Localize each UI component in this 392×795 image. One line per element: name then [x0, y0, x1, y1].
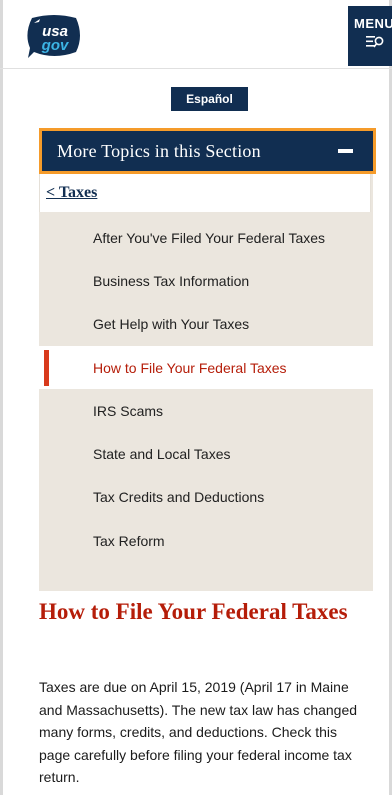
- collapse-minus-icon: [338, 149, 353, 153]
- intro-paragraph: Taxes are due on April 15, 2019 (April 1…: [39, 679, 358, 785]
- site-header: usa gov MENU: [0, 0, 392, 69]
- topics-list: After You've Filed Your Federal Taxes Bu…: [39, 216, 373, 562]
- usagov-logo[interactable]: usa gov: [26, 14, 82, 59]
- back-to-taxes-link[interactable]: < Taxes: [39, 174, 371, 212]
- topic-item-state-local[interactable]: State and Local Taxes: [39, 432, 373, 475]
- topics-panel: < Taxes After You've Filed Your Federal …: [39, 174, 373, 591]
- page-title: How to File Your Federal Taxes: [39, 599, 348, 624]
- topic-item-get-help[interactable]: Get Help with Your Taxes: [39, 303, 373, 346]
- more-topics-toggle[interactable]: More Topics in this Section: [39, 128, 376, 174]
- menu-search-icon: [366, 36, 384, 48]
- topic-item-after-filed[interactable]: After You've Filed Your Federal Taxes: [39, 216, 373, 259]
- more-topics-title: More Topics in this Section: [57, 140, 261, 161]
- topic-item-credits-deductions[interactable]: Tax Credits and Deductions: [39, 476, 373, 519]
- menu-label: MENU: [354, 16, 392, 31]
- menu-button[interactable]: MENU: [348, 6, 392, 66]
- topic-item-irs-scams[interactable]: IRS Scams: [39, 389, 373, 432]
- espanol-language-button[interactable]: Español: [171, 87, 248, 111]
- logo-bubble-icon: usa gov: [27, 15, 80, 58]
- topic-item-tax-reform[interactable]: Tax Reform: [39, 519, 373, 562]
- topic-item-how-to-file-active[interactable]: How to File Your Federal Taxes: [39, 345, 373, 390]
- left-frame-border: [0, 0, 3, 795]
- logo-text-gov: gov: [41, 37, 70, 54]
- topic-item-business-tax[interactable]: Business Tax Information: [39, 259, 373, 302]
